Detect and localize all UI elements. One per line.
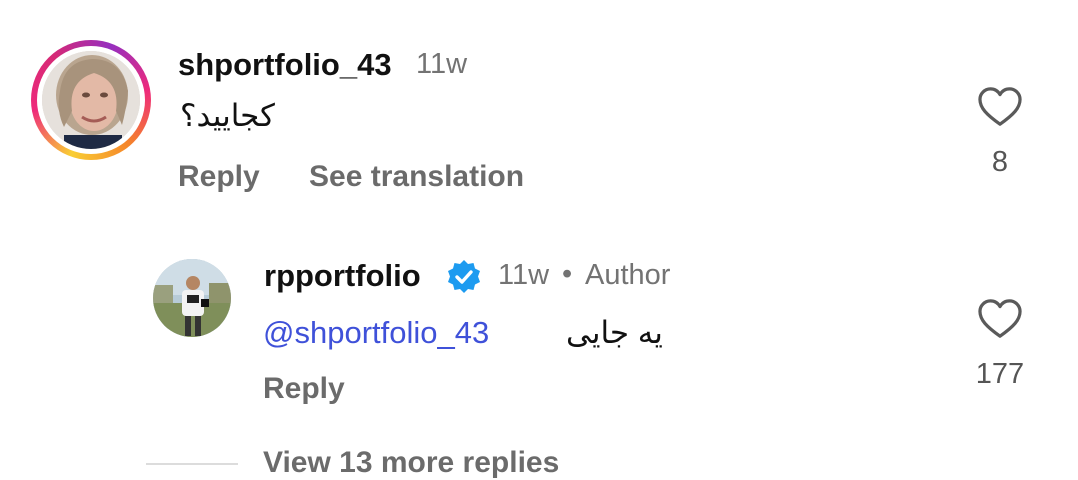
heart-icon — [978, 299, 1022, 338]
comment-time: 11w — [416, 48, 468, 80]
like-count: 177 — [975, 358, 1025, 390]
avatar-ring[interactable] — [31, 40, 151, 160]
reply-avatar[interactable] — [153, 259, 231, 337]
avatar[interactable] — [42, 51, 140, 149]
separator-dot: • — [562, 258, 573, 290]
mention-link[interactable]: @shportfolio_43 — [263, 315, 489, 350]
avatar-photo-icon — [153, 259, 231, 337]
like-count: 8 — [991, 146, 1009, 178]
comment-username[interactable]: shportfolio_43 — [178, 47, 392, 83]
reply-time: 11w — [498, 259, 550, 291]
reply-button[interactable]: Reply — [263, 372, 345, 406]
verified-badge-icon — [446, 259, 482, 300]
like-button[interactable] — [977, 298, 1023, 345]
reply-text: یه جایی — [566, 315, 663, 350]
view-more-replies-button[interactable]: View 13 more replies — [263, 446, 559, 480]
see-translation-button[interactable]: See translation — [309, 160, 524, 194]
divider-line — [146, 463, 238, 465]
heart-icon — [978, 87, 1022, 126]
author-label: Author — [585, 259, 671, 291]
avatar-photo-icon — [42, 51, 140, 149]
comment-text: کجایید؟ — [180, 98, 275, 133]
reply-username[interactable]: rpportfolio — [264, 258, 421, 294]
reply-button[interactable]: Reply — [178, 160, 260, 194]
like-button[interactable] — [977, 86, 1023, 133]
